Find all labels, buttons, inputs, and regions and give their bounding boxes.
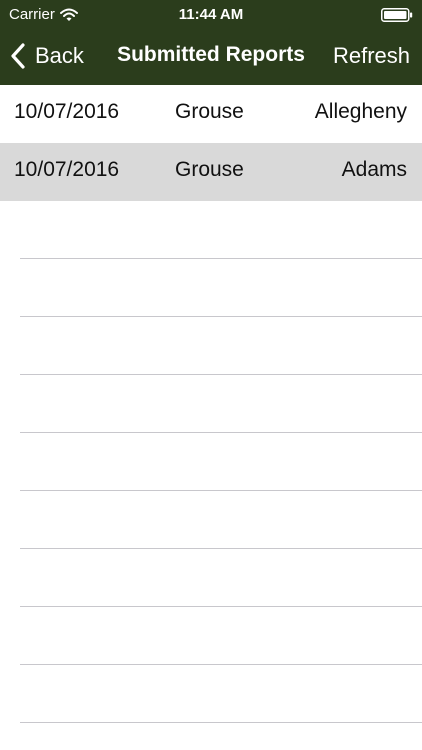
empty-row: [20, 317, 422, 375]
empty-row: [20, 375, 422, 433]
empty-row: [20, 607, 422, 665]
status-bar: Carrier 11:44 AM: [0, 0, 422, 30]
empty-row: [20, 433, 422, 491]
empty-row: [20, 491, 422, 549]
empty-row: [20, 201, 422, 259]
report-county: Adams: [341, 158, 407, 181]
empty-row: [20, 665, 422, 723]
report-species: Grouse: [175, 100, 244, 123]
report-species: Grouse: [175, 158, 244, 181]
battery-icon: [381, 8, 413, 22]
navigation-bar: Back Submitted Reports Refresh: [0, 30, 422, 85]
submitted-reports-screen: Carrier 11:44 AM Back Submitted Reports …: [0, 0, 422, 750]
report-date: 10/07/2016: [14, 158, 120, 181]
report-county: Allegheny: [314, 100, 407, 123]
report-row-selected[interactable]: 10/07/2016 Grouse Adams: [0, 143, 422, 201]
empty-row: [20, 259, 422, 317]
status-time: 11:44 AM: [178, 6, 244, 23]
refresh-button[interactable]: Refresh: [333, 43, 410, 69]
reports-table: 10/07/2016 Grouse Allegheny 10/07/2016 G…: [0, 85, 422, 750]
header: Carrier 11:44 AM Back Submitted Reports …: [0, 0, 422, 85]
report-row[interactable]: 10/07/2016 Grouse Allegheny: [0, 85, 422, 143]
report-date: 10/07/2016: [14, 100, 120, 123]
empty-row: [20, 549, 422, 607]
